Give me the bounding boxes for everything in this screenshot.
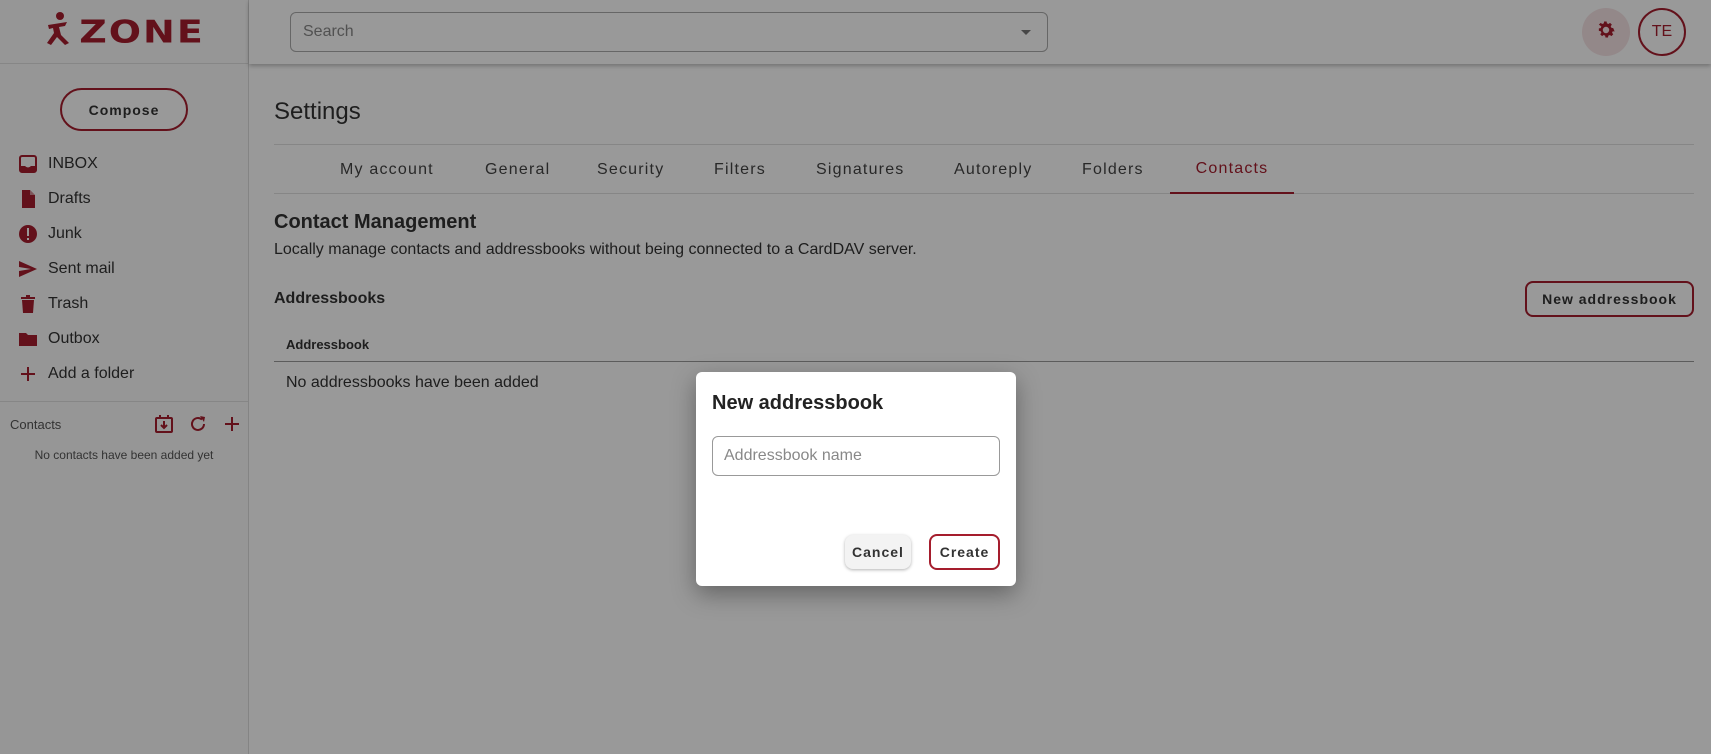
dialog-title: New addressbook bbox=[712, 392, 884, 414]
addressbook-name-input[interactable] bbox=[712, 436, 1000, 476]
cancel-button[interactable]: Cancel bbox=[845, 535, 911, 569]
new-addressbook-dialog: New addressbook Cancel Create bbox=[696, 372, 1016, 586]
create-button[interactable]: Create bbox=[929, 534, 1000, 570]
